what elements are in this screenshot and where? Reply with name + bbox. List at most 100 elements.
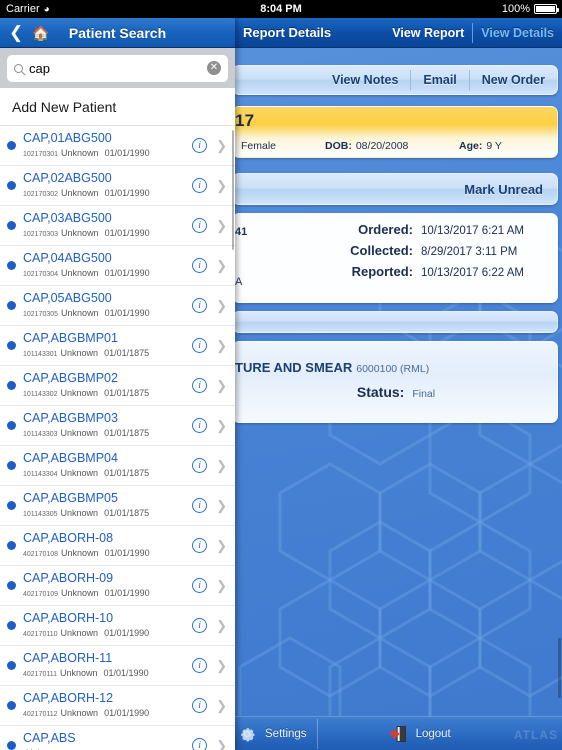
patient-name: CAP,03ABG500	[23, 210, 112, 225]
unread-dot-icon	[7, 741, 16, 750]
view-report-button[interactable]: View Report	[384, 26, 472, 40]
info-icon[interactable]: i	[192, 538, 208, 553]
patient-banner[interactable]: 17 Female DOB: 08/20/2008 Age: 9 Y	[232, 106, 558, 158]
patient-row-text: CAP,ABORH-11 402170111 Unknown 01/01/1990	[23, 651, 192, 681]
patient-name: CAP,ABGBMP03	[23, 410, 118, 425]
patient-id: 101143305	[23, 510, 58, 518]
patient-name: CAP,04ABG500	[23, 250, 112, 265]
list-item[interactable]: CAP,ABORH-10 402170110 Unknown 01/01/1990 i ❯	[0, 606, 235, 646]
info-icon[interactable]: i	[192, 738, 208, 750]
email-button[interactable]: Email	[411, 73, 468, 87]
patient-meta: 101143305 Unknown 01/01/1875	[23, 507, 192, 521]
patient-gender: Unknown	[61, 187, 99, 198]
settings-button[interactable]: Settings	[235, 724, 317, 744]
patient-dob: 01/01/1990	[104, 587, 150, 598]
unread-dot-icon	[7, 461, 16, 470]
unread-dot-icon	[7, 381, 16, 390]
info-icon[interactable]: i	[192, 378, 208, 393]
list-item[interactable]: CAP,ABORH-12 402170112 Unknown 01/01/1990 i ❯	[0, 686, 235, 726]
mark-unread-bar[interactable]: Mark Unread	[232, 173, 558, 205]
list-item[interactable]: CAP,ABGBMP01 101143301 Unknown 01/01/1875 i ❯	[0, 326, 235, 366]
search-input-value: cap	[29, 60, 50, 76]
patient-row-text: CAP,ABORH-12 402170112 Unknown 01/01/1990	[23, 691, 192, 721]
back-chevron-icon[interactable]: ❮	[9, 24, 23, 41]
patient-row-text: CAP,04ABG500 102170304 Unknown 01/01/1990	[23, 251, 192, 281]
chevron-right-icon[interactable]: ❯	[216, 218, 227, 234]
list-item[interactable]: CAP,ABGBMP03 101143303 Unknown 01/01/1875 i ❯	[0, 406, 235, 446]
list-item[interactable]: CAP,ABORH-08 402170108 Unknown 01/01/1990 i ❯	[0, 526, 235, 566]
clear-search-icon[interactable]: ✕	[207, 61, 221, 75]
unread-dot-icon	[7, 501, 16, 510]
info-icon[interactable]: i	[192, 698, 208, 713]
patient-name: CAP,ABS	[23, 730, 76, 745]
patient-gender: Unknown	[61, 147, 99, 158]
order-tail-fragment: A	[235, 276, 243, 288]
info-icon[interactable]: i	[192, 178, 208, 193]
chevron-right-icon[interactable]: ❯	[216, 418, 227, 434]
info-icon[interactable]: i	[192, 578, 208, 593]
patient-dob: 01/01/1875	[104, 347, 150, 358]
patient-gender: Unknown	[61, 587, 99, 598]
patient-name-fragment: 17	[235, 111, 255, 130]
list-item[interactable]: CAP,02ABG500 102170302 Unknown 01/01/1990 i ❯	[0, 166, 235, 206]
chevron-right-icon[interactable]: ❯	[216, 498, 227, 514]
info-icon[interactable]: i	[192, 658, 208, 673]
info-icon[interactable]: i	[192, 498, 208, 513]
patient-age-value: 9 Y	[486, 140, 502, 152]
list-item[interactable]: CAP,ABGBMP05 101143305 Unknown 01/01/1875 i ❯	[0, 486, 235, 526]
list-item[interactable]: CAP,04ABG500 102170304 Unknown 01/01/1990 i ❯	[0, 246, 235, 286]
info-icon[interactable]: i	[192, 258, 208, 273]
chevron-right-icon[interactable]: ❯	[216, 578, 227, 594]
new-order-button[interactable]: New Order	[470, 73, 557, 87]
patient-row-text: CAP,01ABG500 102170301 Unknown 01/01/1990	[23, 131, 192, 161]
info-icon[interactable]: i	[192, 418, 208, 433]
list-item[interactable]: CAP,ABGBMP02 101143302 Unknown 01/01/1875 i ❯	[0, 366, 235, 406]
patient-result-list[interactable]: CAP,01ABG500 102170301 Unknown 01/01/1990 i ❯…	[0, 126, 235, 750]
chevron-right-icon[interactable]: ❯	[216, 698, 227, 714]
patient-dob: 01/01/1990	[103, 667, 149, 678]
mark-unread-button[interactable]: Mark Unread	[464, 182, 557, 197]
patient-name: CAP,02ABG500	[23, 170, 112, 185]
detail-scroll-indicator[interactable]	[558, 638, 561, 698]
info-icon[interactable]: i	[192, 298, 208, 313]
chevron-right-icon[interactable]: ❯	[216, 538, 227, 554]
patient-list-scroll-indicator[interactable]	[231, 130, 234, 250]
search-input[interactable]: cap ✕	[7, 54, 228, 82]
info-icon[interactable]: i	[192, 458, 208, 473]
status-bar-time: 8:04 PM	[260, 3, 302, 15]
chevron-right-icon[interactable]: ❯	[216, 258, 227, 274]
chevron-right-icon[interactable]: ❯	[216, 138, 227, 154]
info-icon[interactable]: i	[192, 338, 208, 353]
chevron-right-icon[interactable]: ❯	[216, 178, 227, 194]
patient-name: CAP,ABORH-12	[23, 690, 114, 705]
view-notes-button[interactable]: View Notes	[320, 73, 410, 87]
chevron-right-icon[interactable]: ❯	[216, 298, 227, 314]
chevron-right-icon[interactable]: ❯	[216, 658, 227, 674]
info-icon[interactable]: i	[192, 618, 208, 633]
home-icon[interactable]: 🏠	[32, 26, 49, 40]
test-name-fragment: TURE AND SMEAR	[235, 360, 353, 375]
chevron-right-icon[interactable]: ❯	[216, 618, 227, 634]
patient-dob: 01/01/1990	[104, 707, 150, 718]
list-item[interactable]: CAP,ABORH-11 402170111 Unknown 01/01/1990 i ❯	[0, 646, 235, 686]
info-icon[interactable]: i	[192, 218, 208, 233]
result-card[interactable]: TURE AND SMEAR 6000100 (RML) Status: Fina…	[232, 341, 558, 423]
search-icon	[14, 63, 23, 73]
chevron-right-icon[interactable]: ❯	[216, 738, 227, 750]
patient-dob: 01/01/1875	[104, 467, 150, 478]
add-new-patient-row[interactable]: Add New Patient	[0, 88, 235, 126]
list-item[interactable]: CAP,ABGBMP04 101143304 Unknown 01/01/1875 i ❯	[0, 446, 235, 486]
patient-banner-details: Female DOB: 08/20/2008 Age: 9 Y	[233, 136, 559, 156]
list-item[interactable]: CAP,ABS Unknowni ❯	[0, 726, 235, 750]
view-details-button[interactable]: View Details	[473, 26, 562, 40]
chevron-right-icon[interactable]: ❯	[216, 338, 227, 354]
list-item[interactable]: CAP,01ABG500 102170301 Unknown 01/01/1990 i ❯	[0, 126, 235, 166]
list-item[interactable]: CAP,03ABG500 102170303 Unknown 01/01/1990 i ❯	[0, 206, 235, 246]
chevron-right-icon[interactable]: ❯	[216, 378, 227, 394]
logout-button[interactable]: Logout	[378, 724, 461, 744]
patient-id: 102170305	[23, 310, 59, 318]
list-item[interactable]: CAP,05ABG500 102170305 Unknown 01/01/1990 i ❯	[0, 286, 235, 326]
info-icon[interactable]: i	[192, 138, 208, 153]
chevron-right-icon[interactable]: ❯	[216, 458, 227, 474]
list-item[interactable]: CAP,ABORH-09 402170109 Unknown 01/01/1990 i ❯	[0, 566, 235, 606]
